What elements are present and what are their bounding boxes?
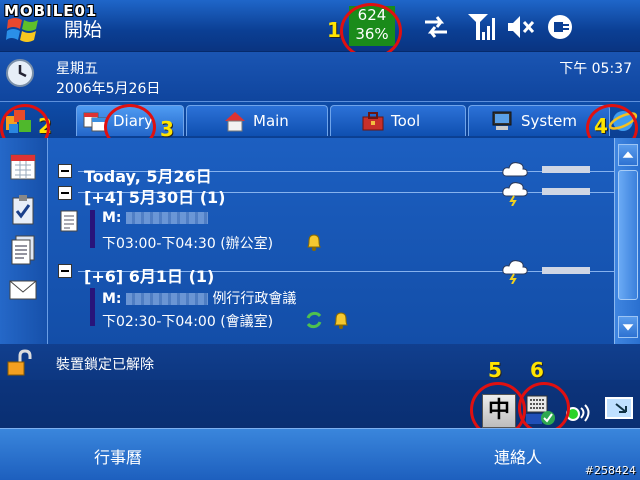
shortcut-sidebar bbox=[0, 138, 48, 344]
subject-text: 例行行政會議 bbox=[212, 291, 297, 307]
tasks-clipboard-icon[interactable] bbox=[8, 194, 38, 226]
sync-arrows-icon[interactable] bbox=[421, 12, 451, 42]
internet-explorer-icon[interactable] bbox=[608, 106, 638, 136]
redacted-subject bbox=[125, 293, 208, 305]
date-bar[interactable]: 星期五 2006年5月26日 下午 05:37 bbox=[0, 52, 640, 102]
alarm-bell-icon bbox=[307, 234, 321, 251]
chevron-down-icon bbox=[622, 324, 634, 331]
signal-strength-icon[interactable] bbox=[466, 12, 496, 42]
start-menu-label[interactable]: 開始 bbox=[64, 15, 102, 42]
tab-label: Diary bbox=[113, 112, 153, 130]
collapse-toggle[interactable] bbox=[58, 164, 72, 178]
note-page-icon bbox=[60, 210, 78, 232]
notes-icon[interactable] bbox=[8, 234, 38, 266]
tab-main[interactable]: Main bbox=[186, 105, 328, 136]
softkey-contacts[interactable]: 連絡人 bbox=[494, 444, 542, 468]
envelope-icon[interactable] bbox=[8, 272, 38, 304]
subject-prefix: M: bbox=[102, 291, 122, 307]
speaker-muted-icon[interactable] bbox=[505, 12, 535, 42]
clock-icon bbox=[6, 59, 34, 87]
device-lock-row[interactable]: 裝置鎖定已解除 bbox=[0, 344, 640, 380]
tab-bar: 2 Diary Main Tool System 4 bbox=[0, 102, 640, 138]
lock-status: 裝置鎖定已解除 bbox=[56, 357, 154, 373]
alarm-bell-icon bbox=[334, 312, 348, 329]
image-id-label: #258424 bbox=[584, 464, 636, 477]
input-method-button[interactable]: 中 bbox=[482, 394, 516, 428]
chevron-up-icon bbox=[622, 151, 634, 158]
wireless-status-icon[interactable] bbox=[566, 400, 594, 424]
keyboard-input-icon[interactable] bbox=[524, 392, 558, 428]
tab-label: System bbox=[521, 112, 577, 130]
weekday: 星期五 bbox=[56, 61, 98, 77]
battery-plug-icon[interactable] bbox=[545, 12, 575, 42]
annotation-6: 6 bbox=[530, 358, 544, 382]
home-icon bbox=[225, 112, 245, 132]
scroll-up-button[interactable] bbox=[618, 144, 638, 166]
vertical-scrollbar[interactable] bbox=[614, 138, 640, 344]
temperature-bar bbox=[542, 267, 590, 274]
appointment-time-row[interactable]: 下02:30-下04:00 (會議室) bbox=[102, 311, 273, 331]
recurrence-icon bbox=[306, 311, 322, 329]
diary-list: Today, 5月26日 [+4] 5月30日 (1) M: 下03:00-下0… bbox=[48, 138, 614, 344]
appointment-marker bbox=[90, 288, 95, 326]
subject-prefix: M: bbox=[102, 210, 122, 226]
cloud-lightning-icon bbox=[502, 260, 528, 284]
annotation-4: 4 bbox=[594, 114, 608, 138]
clock-time: 下午 05:37 bbox=[559, 61, 632, 77]
memory-value: 624 bbox=[357, 6, 387, 24]
redacted-subject bbox=[125, 212, 208, 224]
day-heading[interactable]: [+6] 6月1日 (1) bbox=[84, 263, 214, 287]
tab-system[interactable]: System bbox=[468, 105, 610, 136]
scroll-thumb[interactable] bbox=[618, 170, 638, 300]
calendar-icon[interactable] bbox=[8, 150, 38, 182]
tab-tool[interactable]: Tool bbox=[330, 105, 466, 136]
memory-indicator[interactable]: 624 36% bbox=[349, 6, 395, 46]
toolbox-icon bbox=[362, 112, 384, 131]
appointment-time: 下02:30-下04:00 bbox=[102, 314, 216, 330]
unlocked-padlock-icon bbox=[7, 349, 32, 376]
calendar-icon bbox=[83, 112, 107, 132]
softkey-calendar[interactable]: 行事曆 bbox=[94, 444, 142, 468]
appointment-location: (會議室) bbox=[220, 314, 274, 330]
temperature-bar bbox=[542, 166, 590, 173]
computer-icon bbox=[492, 111, 512, 130]
day-heading[interactable]: [+4] 5月30日 (1) bbox=[84, 184, 225, 208]
annotation-1: 1 bbox=[327, 18, 341, 42]
appointment-marker bbox=[90, 210, 95, 248]
appointment-location: (辦公室) bbox=[220, 236, 274, 252]
collapse-toggle[interactable] bbox=[58, 264, 72, 278]
appointment-time-row[interactable]: 下03:00-下04:30 (辦公室) bbox=[102, 233, 273, 253]
tab-label: Main bbox=[253, 112, 289, 130]
cloud-lightning-icon bbox=[502, 182, 528, 206]
annotation-5: 5 bbox=[488, 358, 502, 382]
screen-toggle-icon[interactable] bbox=[604, 396, 634, 422]
appointment-subject[interactable]: M: 例行行政會議 bbox=[102, 288, 296, 308]
memory-percent: 36% bbox=[355, 25, 389, 43]
scroll-down-button[interactable] bbox=[618, 316, 638, 338]
title-bar: MOBILE01 開始 1 624 36% bbox=[0, 0, 640, 59]
collapse-toggle[interactable] bbox=[58, 186, 72, 200]
office-apps-icon[interactable] bbox=[4, 106, 34, 136]
appointment-subject[interactable]: M: bbox=[102, 210, 208, 226]
tab-label: Tool bbox=[391, 112, 421, 130]
appointment-time: 下03:00-下04:30 bbox=[102, 236, 216, 252]
temperature-bar bbox=[542, 188, 590, 195]
date-text: 2006年5月26日 bbox=[56, 81, 161, 97]
annotation-2: 2 bbox=[38, 114, 52, 138]
